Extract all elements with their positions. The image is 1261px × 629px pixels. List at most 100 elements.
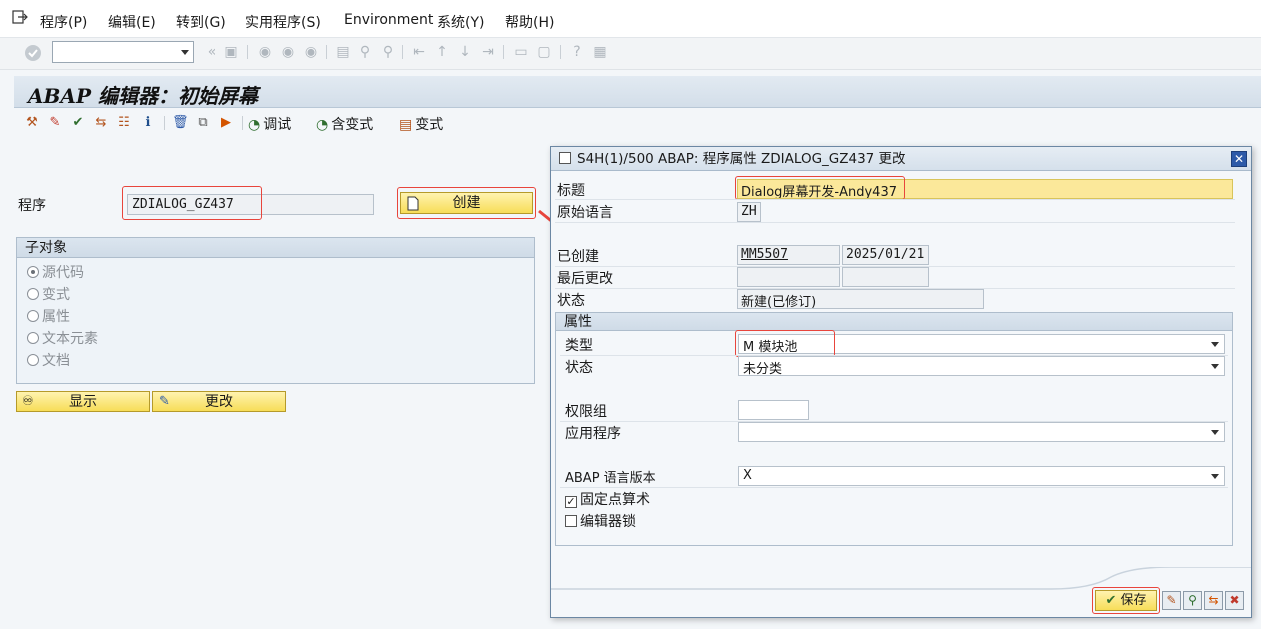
display-button[interactable]: ♾ 显示 <box>16 391 150 412</box>
program-label: 程序 <box>18 198 46 214</box>
dialog-title-bar: S4H(1)/500 ABAP: 程序属性 ZDIALOG_GZ437 更改 ✕ <box>551 147 1251 171</box>
title-label: 标题 <box>557 183 585 199</box>
window-icon <box>559 152 571 164</box>
title-input[interactable]: Dialog屏幕开发-Andy437 <box>737 179 1233 199</box>
save-button[interactable]: ✔ 保存 <box>1095 590 1157 611</box>
pencil-icon[interactable]: ✎ <box>47 115 63 131</box>
edit-glasses-icon[interactable]: ✎ <box>1162 591 1181 610</box>
editor-lock-checkbox[interactable]: 编辑器锁 <box>565 511 636 531</box>
debug-button[interactable]: ◔ 调试 <box>248 114 291 134</box>
page-title-bar: ABAP 编辑器：初始屏幕 <box>14 76 1261 108</box>
exit-icon[interactable]: ◉ <box>279 43 297 61</box>
transfer-icon[interactable]: ⇆ <box>1204 591 1223 610</box>
system-toolbar: « ▣ ◉ ◉ ◉ ▤ ⚲ ⚲ ⇤ ↑ ↓ ⇥ ▭ ▢ ? ▦ <box>0 38 1261 70</box>
attributes-group: 属性 类型 M 模块池 状态 未分类 权限组 应用程序 ABAP 语言版本 X … <box>555 312 1233 546</box>
checkbox-checked-icon: ✓ <box>565 495 577 508</box>
auth-group-label: 权限组 <box>565 404 607 420</box>
other-object-icon[interactable]: ⚒ <box>24 115 40 131</box>
close-icon[interactable]: ✕ <box>1231 151 1247 167</box>
program-input[interactable]: ZDIALOG_GZ437 <box>127 194 374 215</box>
menu-bar: 程序(P) 编辑(E) 转到(G) 实用程序(S) Environment 系统… <box>0 0 1261 38</box>
radio-variant[interactable]: 变式 <box>27 284 70 304</box>
attributes-title: 属性 <box>556 313 1232 331</box>
abap-version-dropdown-icon[interactable] <box>1211 474 1219 479</box>
radio-documentation[interactable]: 文档 <box>27 350 70 370</box>
print-icon[interactable]: ▤ <box>334 43 352 61</box>
menu-exit-icon[interactable] <box>12 10 28 24</box>
activate-icon[interactable]: ⇆ <box>93 115 109 131</box>
application-select[interactable] <box>738 422 1225 442</box>
find-icon[interactable]: ⚲ <box>356 43 374 61</box>
create-button[interactable]: 创建 <box>400 192 533 214</box>
debug-icon: ◔ <box>248 117 261 133</box>
radio-source-code[interactable]: 源代码 <box>27 262 84 282</box>
auth-group-input[interactable] <box>738 400 809 420</box>
program-attributes-dialog: S4H(1)/500 ABAP: 程序属性 ZDIALOG_GZ437 更改 ✕… <box>550 146 1252 618</box>
menu-program[interactable]: 程序(P) <box>40 12 87 32</box>
with-variant-button[interactable]: ◔ 含变式 <box>316 114 373 134</box>
new-session-icon[interactable]: ▭ <box>512 43 530 61</box>
last-page-icon[interactable]: ⇥ <box>479 43 497 61</box>
cancel-icon[interactable]: ◉ <box>302 43 320 61</box>
abap-version-select[interactable]: X <box>738 466 1225 486</box>
created-by-field[interactable]: MM5507 <box>737 245 840 265</box>
application-dropdown-icon[interactable] <box>1211 430 1219 435</box>
enter-icon[interactable] <box>24 44 42 62</box>
shortcut-icon[interactable]: ▢ <box>535 43 553 61</box>
menu-edit[interactable]: 编辑(E) <box>108 12 156 32</box>
fixed-point-checkbox[interactable]: ✓ 固定点算术 <box>565 489 650 509</box>
change-button[interactable]: ✎ 更改 <box>152 391 286 412</box>
prev-page-icon[interactable]: ↑ <box>433 43 451 61</box>
original-language-label: 原始语言 <box>557 205 613 221</box>
attr-status-label: 状态 <box>565 360 593 376</box>
help-icon[interactable]: ? <box>568 43 586 61</box>
menu-environment[interactable]: Environment <box>344 12 433 28</box>
double-left-icon[interactable]: « <box>203 43 221 61</box>
command-field[interactable] <box>52 41 194 63</box>
radio-attributes[interactable]: 属性 <box>27 306 70 326</box>
delete-icon[interactable]: 🗑 <box>172 115 189 131</box>
pencil-icon: ✎ <box>159 394 170 409</box>
type-label: 类型 <box>565 338 593 354</box>
created-label: 已创建 <box>557 249 599 265</box>
changed-by-field <box>737 267 840 287</box>
original-language-field: ZH <box>737 202 761 222</box>
check-icon[interactable]: ✔ <box>70 115 86 131</box>
variant-button[interactable]: ▤ 变式 <box>399 114 443 134</box>
status-label: 状态 <box>557 293 585 309</box>
created-on-field: 2025/01/21 <box>842 245 929 265</box>
checkbox-empty-icon <box>565 515 577 527</box>
find-next-icon[interactable]: ⚲ <box>379 43 397 61</box>
first-page-icon[interactable]: ⇤ <box>410 43 428 61</box>
radio-text-elements[interactable]: 文本元素 <box>27 328 98 348</box>
type-select[interactable]: M 模块池 <box>738 334 1225 355</box>
layout-icon[interactable]: ▦ <box>591 43 609 61</box>
menu-goto[interactable]: 转到(G) <box>176 12 226 32</box>
type-dropdown-icon[interactable] <box>1211 342 1219 347</box>
dialog-title: S4H(1)/500 ABAP: 程序属性 ZDIALOG_GZ437 更改 <box>577 151 906 167</box>
next-page-icon[interactable]: ↓ <box>456 43 474 61</box>
checkmark-icon: ✔ <box>1105 593 1117 608</box>
back-icon[interactable]: ◉ <box>256 43 274 61</box>
execute-icon[interactable]: ▶ <box>218 115 234 131</box>
cancel-icon[interactable]: ✖ <box>1225 591 1244 610</box>
status-field: 新建(已修订) <box>737 289 984 309</box>
last-changed-label: 最后更改 <box>557 271 613 287</box>
status-dropdown-icon[interactable] <box>1211 364 1219 369</box>
page-title: ABAP 编辑器：初始屏幕 <box>28 84 258 108</box>
menu-help[interactable]: 帮助(H) <box>505 12 554 32</box>
variant-icon: ▤ <box>399 117 413 133</box>
new-document-icon <box>407 196 419 211</box>
application-toolbar: ⚒ ✎ ✔ ⇆ ☷ ℹ 🗑 ⧉ ▶ ◔ 调试 ◔ 含变式 ▤ 变式 <box>14 110 1261 138</box>
status-select[interactable]: 未分类 <box>738 356 1225 377</box>
save-icon[interactable]: ▣ <box>222 43 240 61</box>
copy-icon[interactable]: ⧉ <box>195 115 211 131</box>
where-used-icon[interactable]: ☷ <box>116 115 132 131</box>
application-label: 应用程序 <box>565 426 621 442</box>
subobjects-group: 子对象 源代码 变式 属性 文本元素 文档 <box>16 237 535 384</box>
command-dropdown-icon[interactable] <box>181 50 189 55</box>
menu-system[interactable]: 系统(Y) <box>437 12 484 32</box>
magnifier-icon[interactable]: ⚲ <box>1183 591 1202 610</box>
menu-utilities[interactable]: 实用程序(S) <box>245 12 321 32</box>
info-icon[interactable]: ℹ <box>140 115 156 131</box>
